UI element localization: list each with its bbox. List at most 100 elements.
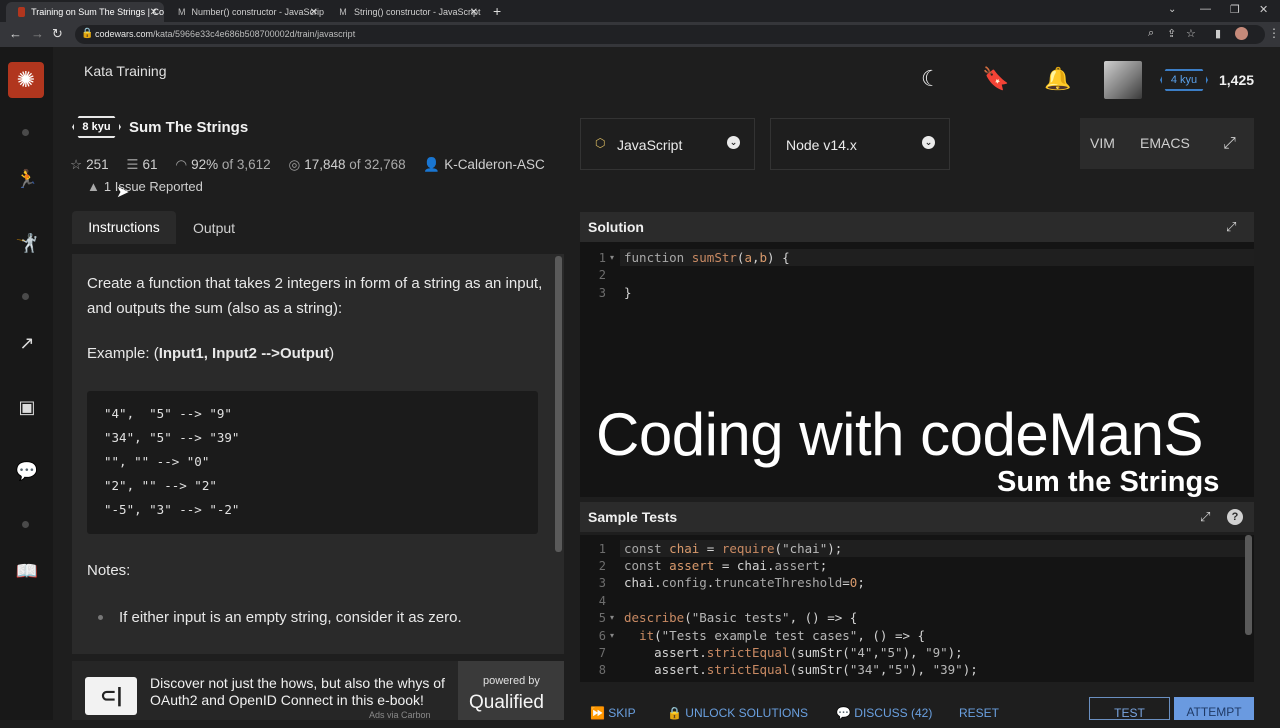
expand-icon[interactable]: ⤢ <box>1200 509 1210 525</box>
chevron-down-icon: ⌄ <box>727 136 740 149</box>
code-line: assert.strictEqual(sumStr("34","5"), "39… <box>624 662 978 677</box>
help-icon[interactable]: ? <box>1227 509 1243 525</box>
line-number: 1 <box>598 542 606 556</box>
dark-mode-moon-icon[interactable]: ☾ <box>921 66 941 92</box>
code-line: assert.strictEqual(sumStr("4","5"), "9")… <box>624 645 963 660</box>
browser-menu-icon[interactable]: ⋮ <box>1268 26 1280 40</box>
video-overlay-subtitle: Sum the Strings <box>997 466 1220 498</box>
zoom-icon[interactable]: ⌕ <box>1148 27 1154 40</box>
instructions-description: Create a function that takes 2 integers … <box>87 275 543 317</box>
share-icon[interactable]: ⇪ <box>1167 27 1176 40</box>
browser-tab-active[interactable]: Training on Sum The Strings | Co ✕ <box>6 2 164 22</box>
runtime-select[interactable]: Node v14.x ⌄ <box>770 118 950 170</box>
vim-mode-button[interactable]: VIM <box>1090 135 1115 151</box>
target-icon: ◎ <box>288 157 301 172</box>
tests-scrollbar[interactable] <box>1245 535 1252 635</box>
qualified-logo[interactable]: Qualified <box>469 692 544 714</box>
browser-tab[interactable]: M String() constructor - JavaScript ✕ <box>326 2 484 22</box>
bookmarks-icon[interactable]: 🔖 <box>982 66 1009 92</box>
reset-button[interactable]: RESET <box>959 706 999 720</box>
fold-icon[interactable]: ▾ <box>610 253 614 262</box>
sidepanel-icon[interactable]: ▮ <box>1215 27 1221 40</box>
emacs-mode-button[interactable]: EMACS <box>1140 135 1190 151</box>
codewars-logo-icon[interactable]: ✺ <box>8 62 44 98</box>
training-icon[interactable]: 🏃 <box>14 166 40 192</box>
kata-stats: ☆ 251 ☰ 61 ◠ 92% of 3,612 ◎ 17,848 of 32,768… <box>70 157 559 173</box>
lock-icon[interactable]: 🔒 <box>81 28 93 39</box>
language-select[interactable]: ⬡ JavaScript ⌄ <box>580 118 755 170</box>
collections-stat[interactable]: ☰ 61 <box>126 157 157 173</box>
tab-title: String() constructor - JavaScript <box>354 7 481 17</box>
code-line: const assert = chai.assert; <box>624 558 828 573</box>
line-number: 7 <box>598 646 606 660</box>
tab-output[interactable]: Output <box>193 220 235 236</box>
code-line: } <box>624 285 632 300</box>
powered-by-label: powered by <box>483 675 540 687</box>
example-line: "4", "5" --> "9" <box>104 406 232 421</box>
code-line: describe("Basic tests", () => { <box>624 610 858 625</box>
leaderboards-icon[interactable]: ↗ <box>14 330 40 356</box>
new-tab-icon[interactable]: + <box>493 3 501 19</box>
close-tab-icon[interactable]: ✕ <box>150 7 158 18</box>
chat-icon[interactable]: 💬 <box>14 458 40 484</box>
issues-reported-link[interactable]: ▲ 1 Issue Reported <box>87 179 203 194</box>
line-number: 8 <box>598 663 606 677</box>
minimize-icon[interactable]: — <box>1200 3 1211 15</box>
skip-button[interactable]: ⏩ SKIP <box>590 706 636 720</box>
line-number: 4 <box>598 594 606 608</box>
discord-icon[interactable]: ▣ <box>14 394 40 420</box>
attempt-button[interactable]: ATTEMPT <box>1174 697 1254 720</box>
ad-text[interactable]: Discover not just the hows, but also the… <box>150 675 450 709</box>
tab-title: Number() constructor - JavaScript <box>191 7 325 17</box>
instructions-scrollbar[interactable] <box>555 256 562 552</box>
stars-stat[interactable]: ☆ 251 <box>70 157 109 173</box>
ads-via-carbon-link[interactable]: Ads via Carbon <box>369 710 431 720</box>
fullscreen-icon[interactable]: ⤢ <box>1205 118 1254 169</box>
browser-tab[interactable]: M Number() constructor - JavaScript ✕ <box>166 2 324 22</box>
browser-tab-bar: Training on Sum The Strings | Co ✕ M Num… <box>0 0 1280 22</box>
fold-icon[interactable]: ▾ <box>610 613 614 622</box>
url-path: /kata/5966e33c4e686b508700002d/train/jav… <box>153 29 356 39</box>
unlock-solutions-button[interactable]: 🔒 UNLOCK SOLUTIONS <box>667 706 808 720</box>
close-tab-icon[interactable]: ✕ <box>310 7 318 18</box>
profile-avatar-icon[interactable] <box>1235 27 1248 40</box>
user-avatar[interactable] <box>1104 61 1142 99</box>
ad-logo-icon[interactable]: ⊂| <box>85 677 137 715</box>
code-line: chai.config.truncateThreshold=0; <box>624 575 865 590</box>
close-window-icon[interactable]: ✕ <box>1259 3 1268 16</box>
sample-tests-header <box>580 502 1254 532</box>
line-number: 2 <box>598 559 606 573</box>
kata-title[interactable]: Sum The Strings <box>129 119 248 136</box>
close-tab-icon[interactable]: ✕ <box>470 7 478 18</box>
bookmark-star-icon[interactable]: ☆ <box>1186 27 1196 40</box>
tab-search-icon[interactable]: ⌄ <box>1168 4 1176 15</box>
back-icon[interactable]: ← <box>9 26 22 41</box>
practice-icon[interactable]: 🤺 <box>14 230 40 256</box>
notifications-bell-icon[interactable]: 🔔 <box>1044 66 1071 92</box>
list-bullet <box>98 615 103 620</box>
url-field[interactable]: 🔒 codewars.com/kata/5966e33c4e686b508700… <box>75 25 1265 44</box>
test-button[interactable]: TEST <box>1089 697 1170 720</box>
solution-title: Solution <box>588 219 644 235</box>
page-title: Kata Training <box>84 63 167 79</box>
note-item: If either input is an empty string, cons… <box>119 609 462 626</box>
docs-book-icon[interactable]: 📖 <box>14 558 40 584</box>
fold-icon[interactable]: ▾ <box>610 631 614 640</box>
restore-icon[interactable]: ❐ <box>1230 3 1240 16</box>
solution-header <box>580 212 1254 242</box>
skip-icon: ⏩ <box>590 706 605 720</box>
expand-icon[interactable]: ⤢ <box>1226 219 1236 235</box>
notes-heading: Notes: <box>87 562 131 579</box>
author-stat[interactable]: 👤 K-Calderon-ASC <box>423 157 544 173</box>
discuss-button[interactable]: 💬 DISCUSS (42) <box>836 706 932 720</box>
layers-icon: ☰ <box>126 157 139 172</box>
mdn-favicon-icon: M <box>339 7 347 17</box>
tab-instructions[interactable]: Instructions <box>72 211 176 244</box>
user-honor: 1,425 <box>1219 72 1255 88</box>
sidebar-separator <box>22 129 29 136</box>
reload-icon[interactable]: ↻ <box>52 26 63 42</box>
forward-icon[interactable]: → <box>31 26 44 41</box>
tab-title: Training on Sum The Strings | Co <box>31 7 164 17</box>
line-number: 3 <box>598 286 606 300</box>
codewars-favicon-icon <box>18 7 26 17</box>
